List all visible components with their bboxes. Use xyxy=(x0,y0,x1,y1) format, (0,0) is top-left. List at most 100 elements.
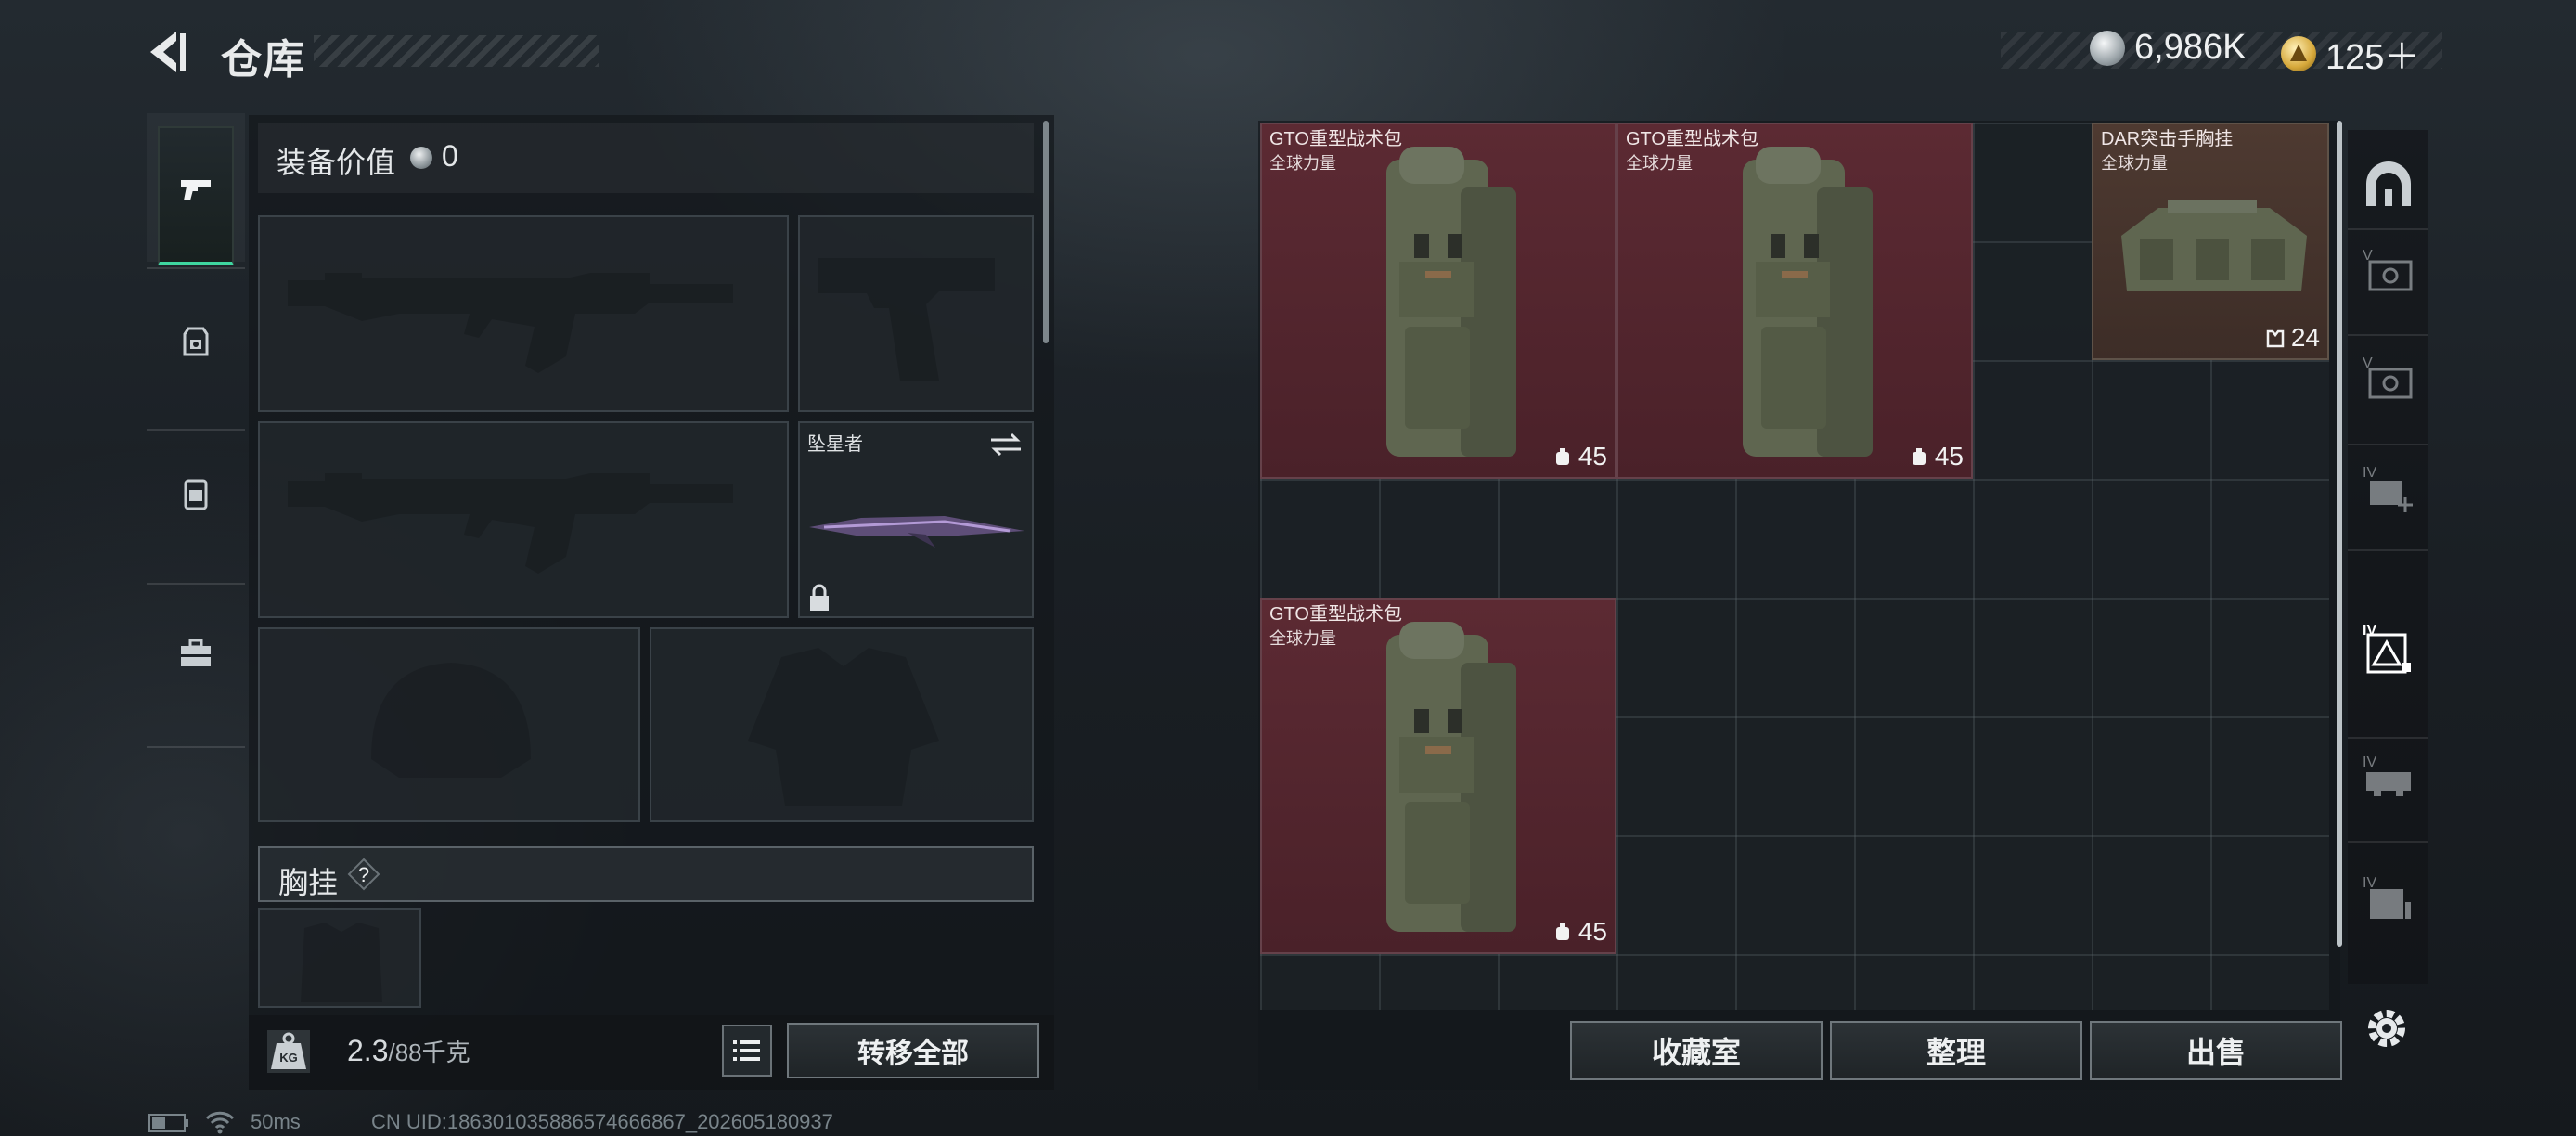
silver-coin-icon xyxy=(2090,30,2125,66)
nav-backpack[interactable] xyxy=(147,429,245,577)
item-brand: 全球力量 xyxy=(1269,154,1336,173)
item-brand: 全球力量 xyxy=(1626,154,1693,173)
helmet-slot[interactable] xyxy=(258,627,640,822)
weight-readout: 2.3/88千克 xyxy=(347,1034,470,1068)
secondary-weapon-slot[interactable] xyxy=(258,421,789,618)
item-capacity-value: 24 xyxy=(2290,323,2320,352)
page-title: 仓库 xyxy=(221,37,306,83)
svg-text:IV: IV xyxy=(2363,755,2376,770)
item-capacity-value: 45 xyxy=(1578,917,1607,946)
backpack-capacity-icon xyxy=(1912,448,1926,465)
rifle-silhouette-icon xyxy=(288,273,733,373)
melee-slot[interactable]: 坠星者 xyxy=(798,421,1034,618)
warehouse-screen: 仓库 6,986K 125＋ 装备价值 0 坠星者 胸挂 ? KG 2.3/88… xyxy=(0,0,2576,1136)
item-brand: 全球力量 xyxy=(2101,154,2168,173)
collection-room-button[interactable]: 收藏室 xyxy=(1570,1021,1823,1080)
side-tab-divider xyxy=(2348,444,2428,445)
ping-readout: 50ms xyxy=(251,1110,301,1133)
lock-icon xyxy=(810,584,829,611)
vest-silhouette-icon xyxy=(748,648,939,806)
pistol-slot[interactable] xyxy=(798,215,1034,412)
settings-gear-icon[interactable] xyxy=(2361,1002,2413,1054)
rifle-silhouette-icon xyxy=(288,473,733,574)
storage-item-backpack[interactable]: GTO重型战术包 全球力量 45 xyxy=(1616,123,1973,479)
helmet-armor-icon xyxy=(183,327,209,356)
status-bar: 50ms CN UID:186301035886574666867_202605… xyxy=(0,1108,2576,1136)
melee-name: 坠星者 xyxy=(807,434,863,455)
nav-divider xyxy=(147,583,245,585)
swap-icon[interactable] xyxy=(987,431,1024,458)
chest-rig-section-header: 胸挂 ? xyxy=(258,846,1034,902)
user-uid: CN UID:186301035886574666867_20260518093… xyxy=(371,1110,833,1133)
nav-case[interactable] xyxy=(147,587,245,735)
organize-button[interactable]: 整理 xyxy=(1830,1021,2082,1080)
knife-icon xyxy=(809,516,1024,548)
transfer-all-button[interactable]: 转移全部 xyxy=(787,1023,1039,1078)
chest-rig-slot[interactable] xyxy=(258,908,421,1008)
backpack-art-icon xyxy=(1743,147,1873,457)
item-name: DAR突击手胸挂 xyxy=(2101,129,2234,149)
help-icon[interactable]: ? xyxy=(347,858,380,891)
back-button[interactable] xyxy=(139,24,195,80)
silver-amount: 6,986K xyxy=(2134,28,2247,67)
sell-button[interactable]: 出售 xyxy=(2090,1021,2342,1080)
storage-dome-icon[interactable] xyxy=(2361,156,2416,212)
backpack-art-icon xyxy=(1386,147,1516,457)
item-capacity: 45 xyxy=(1909,442,1964,471)
nav-divider xyxy=(147,746,245,748)
side-tab-divider xyxy=(2348,334,2428,336)
storage-scrollbar[interactable] xyxy=(2337,121,2342,947)
item-capacity-value: 45 xyxy=(1934,442,1964,471)
weight-current: 2.3 xyxy=(347,1034,389,1067)
help-symbol: ? xyxy=(358,863,369,886)
briefcase-icon xyxy=(181,639,211,666)
side-tab-divider xyxy=(2348,841,2428,843)
side-tab-divider xyxy=(2348,737,2428,739)
silver-currency[interactable]: 6,986K xyxy=(2090,28,2246,68)
item-brand: 全球力量 xyxy=(1269,629,1336,648)
primary-weapon-slot[interactable] xyxy=(258,215,789,412)
nav-armor[interactable] xyxy=(147,267,245,416)
chest-rig-art-icon xyxy=(2121,200,2307,291)
tier-iv-triangle-icon[interactable]: IV xyxy=(2361,622,2416,678)
list-view-button[interactable] xyxy=(722,1025,772,1077)
storage-item-backpack[interactable]: GTO重型战术包 全球力量 45 xyxy=(1260,123,1616,479)
svg-text:IV: IV xyxy=(2363,875,2376,891)
chest-rig-label: 胸挂 xyxy=(278,866,339,899)
tier-iv-vehicle-icon[interactable]: IV xyxy=(2361,750,2416,806)
item-capacity-value: 45 xyxy=(1578,442,1607,471)
svg-text:IV: IV xyxy=(2363,465,2376,481)
backpack-capacity-icon xyxy=(1555,923,1569,940)
gold-amount: 125＋ xyxy=(2325,38,2420,77)
list-icon xyxy=(733,1040,760,1061)
top-bar: 仓库 6,986K 125＋ xyxy=(0,0,2576,102)
weight-capacity: /88千克 xyxy=(388,1039,470,1066)
equipment-value-label: 装备价值 xyxy=(277,146,396,179)
helmet-silhouette-icon xyxy=(371,663,531,778)
tier-v-backpack-filter-icon-2[interactable]: V xyxy=(2361,351,2416,407)
tier-iv-add-icon[interactable]: IV xyxy=(2361,460,2416,516)
equipment-value: 0 xyxy=(442,139,458,173)
gold-coin-icon xyxy=(2281,35,2316,71)
tier-v-backpack-filter-icon[interactable]: V xyxy=(2361,243,2416,299)
tier-iv-box-icon[interactable]: IV xyxy=(2361,871,2416,926)
gold-currency[interactable]: 125＋ xyxy=(2281,28,2419,79)
nav-weapons[interactable] xyxy=(147,113,245,265)
weight-badge: KG xyxy=(279,1051,298,1065)
back-arrow-icon xyxy=(150,32,186,72)
title-stripe xyxy=(314,35,599,67)
side-tab-divider xyxy=(2348,549,2428,551)
wifi-icon xyxy=(205,1111,235,1134)
backpack-capacity-icon xyxy=(1555,448,1569,465)
equipment-scrollbar[interactable] xyxy=(1043,121,1049,343)
backpack-icon xyxy=(184,479,208,510)
storage-filter-tabs: V V IV IV IV IV xyxy=(2348,130,2428,984)
storage-item-backpack[interactable]: GTO重型战术包 全球力量 45 xyxy=(1260,598,1616,954)
side-tab-divider xyxy=(2348,228,2428,230)
chest-rig-capacity-icon xyxy=(2266,329,2285,348)
weight-kg-icon: KG xyxy=(267,1030,310,1073)
backpack-art-icon xyxy=(1386,622,1516,932)
armor-slot[interactable] xyxy=(650,627,1034,822)
pistol-icon xyxy=(181,180,211,200)
storage-item-chest-rig[interactable]: DAR突击手胸挂 全球力量 24 xyxy=(2092,123,2329,360)
